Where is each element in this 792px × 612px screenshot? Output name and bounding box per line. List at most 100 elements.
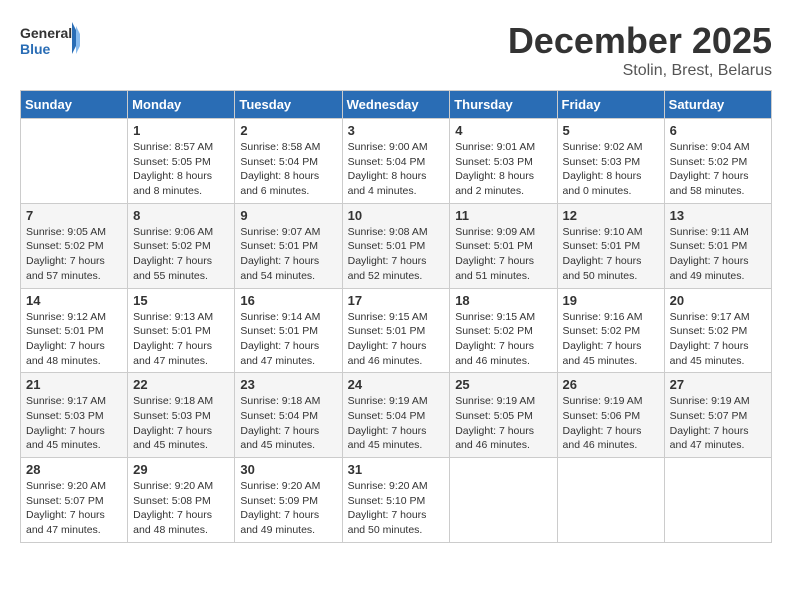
- day-info: Sunrise: 9:05 AMSunset: 5:02 PMDaylight:…: [26, 225, 122, 284]
- day-info: Sunrise: 8:57 AMSunset: 5:05 PMDaylight:…: [133, 140, 229, 199]
- day-number: 2: [240, 123, 336, 138]
- calendar-day-cell: 24 Sunrise: 9:19 AMSunset: 5:04 PMDayligh…: [342, 373, 450, 458]
- weekday-header: Saturday: [664, 91, 771, 119]
- logo: General Blue: [20, 20, 80, 64]
- day-info: Sunrise: 9:20 AMSunset: 5:08 PMDaylight:…: [133, 479, 229, 538]
- calendar-day-cell: 25 Sunrise: 9:19 AMSunset: 5:05 PMDayligh…: [450, 373, 557, 458]
- day-number: 3: [348, 123, 445, 138]
- day-info: Sunrise: 9:14 AMSunset: 5:01 PMDaylight:…: [240, 310, 336, 369]
- day-info: Sunrise: 9:13 AMSunset: 5:01 PMDaylight:…: [133, 310, 229, 369]
- calendar-day-cell: [557, 458, 664, 543]
- day-number: 13: [670, 208, 766, 223]
- logo-icon: General Blue: [20, 20, 80, 64]
- day-info: Sunrise: 9:09 AMSunset: 5:01 PMDaylight:…: [455, 225, 551, 284]
- day-number: 6: [670, 123, 766, 138]
- location-subtitle: Stolin, Brest, Belarus: [508, 62, 772, 80]
- calendar-day-cell: 14 Sunrise: 9:12 AMSunset: 5:01 PMDayligh…: [21, 288, 128, 373]
- month-title: December 2025: [508, 20, 772, 62]
- day-number: 24: [348, 377, 445, 392]
- calendar-day-cell: 27Sunrise: 9:19 AMSunset: 5:07 PMDayligh…: [664, 373, 771, 458]
- day-number: 19: [563, 293, 659, 308]
- calendar-day-cell: 5Sunrise: 9:02 AMSunset: 5:03 PMDaylight…: [557, 119, 664, 204]
- calendar-day-cell: 8 Sunrise: 9:06 AMSunset: 5:02 PMDaylight…: [128, 203, 235, 288]
- day-info: Sunrise: 9:17 AMSunset: 5:02 PMDaylight:…: [670, 310, 766, 369]
- calendar-day-cell: 16 Sunrise: 9:14 AMSunset: 5:01 PMDayligh…: [235, 288, 342, 373]
- title-section: December 2025 Stolin, Brest, Belarus: [508, 20, 772, 80]
- day-info: Sunrise: 9:15 AMSunset: 5:02 PMDaylight:…: [455, 310, 551, 369]
- calendar-day-cell: 20 Sunrise: 9:17 AMSunset: 5:02 PMDayligh…: [664, 288, 771, 373]
- calendar-table: SundayMondayTuesdayWednesdayThursdayFrid…: [20, 90, 772, 543]
- day-info: Sunrise: 9:06 AMSunset: 5:02 PMDaylight:…: [133, 225, 229, 284]
- day-info: Sunrise: 9:04 AMSunset: 5:02 PMDaylight:…: [670, 140, 766, 199]
- calendar-week-row: 7Sunrise: 9:05 AMSunset: 5:02 PMDaylight…: [21, 203, 772, 288]
- day-number: 15: [133, 293, 229, 308]
- calendar-day-cell: 31 Sunrise: 9:20 AMSunset: 5:10 PMDayligh…: [342, 458, 450, 543]
- svg-text:General: General: [20, 25, 72, 41]
- calendar-day-cell: 13Sunrise: 9:11 AMSunset: 5:01 PMDayligh…: [664, 203, 771, 288]
- day-info: Sunrise: 9:07 AMSunset: 5:01 PMDaylight:…: [240, 225, 336, 284]
- calendar-day-cell: 3 Sunrise: 9:00 AMSunset: 5:04 PMDaylight…: [342, 119, 450, 204]
- day-info: Sunrise: 8:58 AMSunset: 5:04 PMDaylight:…: [240, 140, 336, 199]
- day-info: Sunrise: 9:10 AMSunset: 5:01 PMDaylight:…: [563, 225, 659, 284]
- calendar-day-cell: 9 Sunrise: 9:07 AMSunset: 5:01 PMDaylight…: [235, 203, 342, 288]
- day-number: 14: [26, 293, 122, 308]
- day-info: Sunrise: 9:20 AMSunset: 5:09 PMDaylight:…: [240, 479, 336, 538]
- calendar-day-cell: 4Sunrise: 9:01 AMSunset: 5:03 PMDaylight…: [450, 119, 557, 204]
- day-info: Sunrise: 9:15 AMSunset: 5:01 PMDaylight:…: [348, 310, 445, 369]
- day-info: Sunrise: 9:08 AMSunset: 5:01 PMDaylight:…: [348, 225, 445, 284]
- calendar-week-row: 14 Sunrise: 9:12 AMSunset: 5:01 PMDayligh…: [21, 288, 772, 373]
- day-number: 28: [26, 462, 122, 477]
- calendar-day-cell: 2 Sunrise: 8:58 AMSunset: 5:04 PMDaylight…: [235, 119, 342, 204]
- day-number: 9: [240, 208, 336, 223]
- calendar-day-cell: 23 Sunrise: 9:18 AMSunset: 5:04 PMDayligh…: [235, 373, 342, 458]
- day-number: 25: [455, 377, 551, 392]
- calendar-day-cell: 1 Sunrise: 8:57 AMSunset: 5:05 PMDaylight…: [128, 119, 235, 204]
- calendar-day-cell: [21, 119, 128, 204]
- day-info: Sunrise: 9:18 AMSunset: 5:04 PMDaylight:…: [240, 394, 336, 453]
- calendar-day-cell: 26Sunrise: 9:19 AMSunset: 5:06 PMDayligh…: [557, 373, 664, 458]
- day-number: 30: [240, 462, 336, 477]
- day-number: 31: [348, 462, 445, 477]
- calendar-day-cell: 15 Sunrise: 9:13 AMSunset: 5:01 PMDayligh…: [128, 288, 235, 373]
- day-number: 11: [455, 208, 551, 223]
- day-number: 17: [348, 293, 445, 308]
- day-number: 16: [240, 293, 336, 308]
- day-info: Sunrise: 9:12 AMSunset: 5:01 PMDaylight:…: [26, 310, 122, 369]
- calendar-day-cell: [664, 458, 771, 543]
- day-number: 1: [133, 123, 229, 138]
- day-info: Sunrise: 9:17 AMSunset: 5:03 PMDaylight:…: [26, 394, 122, 453]
- weekday-header: Monday: [128, 91, 235, 119]
- day-number: 20: [670, 293, 766, 308]
- calendar-day-cell: 6 Sunrise: 9:04 AMSunset: 5:02 PMDaylight…: [664, 119, 771, 204]
- day-number: 22: [133, 377, 229, 392]
- day-info: Sunrise: 9:01 AMSunset: 5:03 PMDaylight:…: [455, 140, 551, 199]
- calendar-day-cell: 11 Sunrise: 9:09 AMSunset: 5:01 PMDayligh…: [450, 203, 557, 288]
- calendar-day-cell: 17 Sunrise: 9:15 AMSunset: 5:01 PMDayligh…: [342, 288, 450, 373]
- weekday-header: Wednesday: [342, 91, 450, 119]
- day-info: Sunrise: 9:16 AMSunset: 5:02 PMDaylight:…: [563, 310, 659, 369]
- day-number: 23: [240, 377, 336, 392]
- day-number: 21: [26, 377, 122, 392]
- calendar-week-row: 28 Sunrise: 9:20 AMSunset: 5:07 PMDayligh…: [21, 458, 772, 543]
- svg-text:Blue: Blue: [20, 41, 51, 57]
- day-number: 8: [133, 208, 229, 223]
- weekday-header: Friday: [557, 91, 664, 119]
- calendar-week-row: 21 Sunrise: 9:17 AMSunset: 5:03 PMDayligh…: [21, 373, 772, 458]
- day-number: 26: [563, 377, 659, 392]
- calendar-day-cell: 30 Sunrise: 9:20 AMSunset: 5:09 PMDayligh…: [235, 458, 342, 543]
- day-number: 29: [133, 462, 229, 477]
- weekday-header: Thursday: [450, 91, 557, 119]
- day-number: 12: [563, 208, 659, 223]
- day-info: Sunrise: 9:00 AMSunset: 5:04 PMDaylight:…: [348, 140, 445, 199]
- weekday-header: Tuesday: [235, 91, 342, 119]
- calendar-day-cell: 21 Sunrise: 9:17 AMSunset: 5:03 PMDayligh…: [21, 373, 128, 458]
- calendar-day-cell: 12 Sunrise: 9:10 AMSunset: 5:01 PMDayligh…: [557, 203, 664, 288]
- day-info: Sunrise: 9:20 AMSunset: 5:10 PMDaylight:…: [348, 479, 445, 538]
- day-number: 5: [563, 123, 659, 138]
- calendar-day-cell: 10 Sunrise: 9:08 AMSunset: 5:01 PMDayligh…: [342, 203, 450, 288]
- day-number: 10: [348, 208, 445, 223]
- day-info: Sunrise: 9:20 AMSunset: 5:07 PMDaylight:…: [26, 479, 122, 538]
- day-info: Sunrise: 9:19 AMSunset: 5:05 PMDaylight:…: [455, 394, 551, 453]
- day-info: Sunrise: 9:19 AMSunset: 5:04 PMDaylight:…: [348, 394, 445, 453]
- calendar-day-cell: 19 Sunrise: 9:16 AMSunset: 5:02 PMDayligh…: [557, 288, 664, 373]
